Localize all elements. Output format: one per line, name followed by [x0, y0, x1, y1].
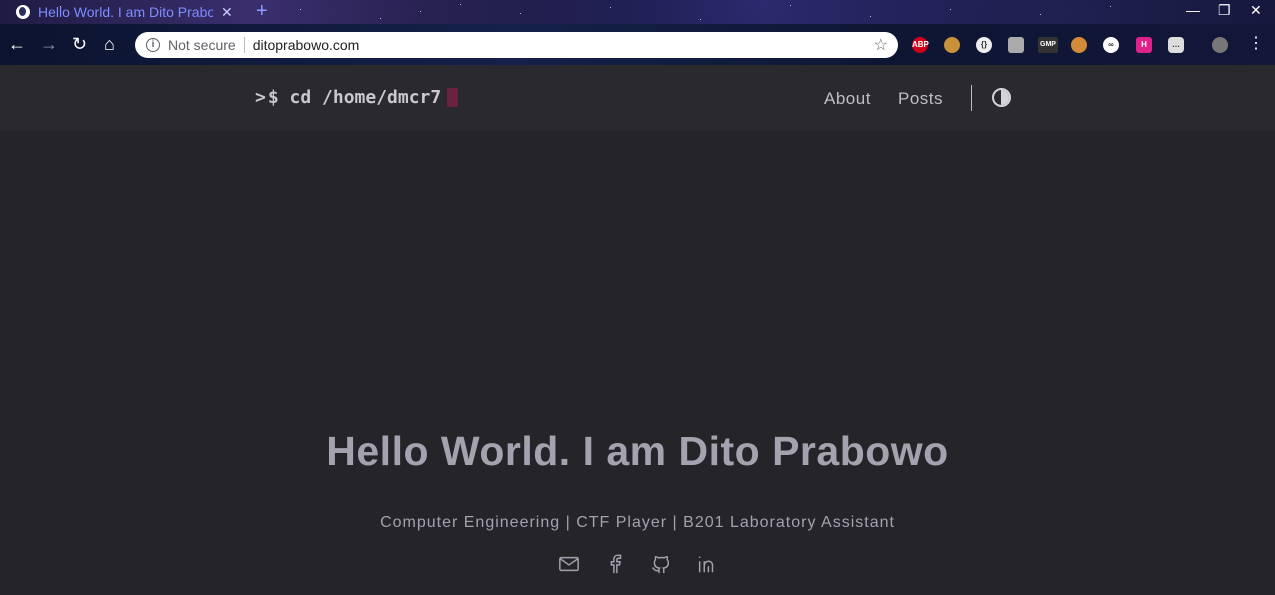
adblock-extension-icon[interactable]: ABP [912, 37, 929, 53]
browser-titlebar: Hello World. I am Dito Prabowo ✕ + — ❐ ✕ [0, 0, 1275, 24]
reload-icon[interactable]: ↻ [72, 33, 87, 55]
omnibox-divider [243, 37, 245, 53]
nav-posts-link[interactable]: Posts [898, 89, 943, 109]
close-tab-icon[interactable]: ✕ [221, 4, 233, 21]
logo-prompt: > [255, 87, 266, 108]
restore-icon[interactable]: ❐ [1218, 2, 1231, 19]
chat-extension-icon[interactable]: … [1168, 37, 1184, 53]
cookie-extension-icon[interactable] [944, 37, 960, 53]
tab-title: Hello World. I am Dito Prabowo [38, 4, 213, 20]
terminal-cursor [447, 88, 459, 107]
contrast-icon[interactable] [992, 88, 1011, 107]
site-header: > $ cd /home/dmcr7 About Posts [0, 65, 1275, 131]
social-links [0, 552, 1275, 576]
nav-about-link[interactable]: About [824, 89, 871, 109]
nav-divider [971, 85, 972, 111]
globe-icon [16, 5, 30, 19]
github-icon[interactable] [650, 552, 672, 576]
gmp-extension-icon[interactable]: GMP [1038, 37, 1058, 53]
back-icon[interactable]: ← [8, 33, 26, 55]
cookie-editor-extension-icon[interactable] [1071, 37, 1087, 53]
menu-kebab-icon[interactable]: ⋮ [1248, 33, 1264, 55]
browser-tab[interactable]: Hello World. I am Dito Prabowo ✕ [8, 0, 240, 24]
bookmark-star-icon[interactable]: ☆ [874, 35, 888, 55]
home-icon[interactable]: ⌂ [104, 33, 115, 55]
extension-icon[interactable] [1008, 37, 1024, 53]
hero-subtitle: Computer Engineering | CTF Player | B201… [380, 514, 895, 531]
facebook-icon[interactable] [604, 552, 626, 576]
new-tab-button[interactable]: + [256, 0, 268, 24]
forward-icon[interactable]: → [40, 33, 58, 55]
close-window-icon[interactable]: ✕ [1250, 2, 1262, 19]
json-extension-icon[interactable]: {} [976, 37, 992, 53]
mail-icon[interactable] [558, 552, 580, 576]
linkedin-icon[interactable] [696, 552, 718, 576]
h-extension-icon[interactable]: H [1136, 37, 1152, 53]
hero-title: Hello World. I am Dito Prabowo [326, 428, 949, 474]
site-logo[interactable]: > $ cd /home/dmcr7 [255, 87, 459, 108]
security-label[interactable]: Not secure [168, 37, 236, 53]
address-bar[interactable]: i Not secure ditoprabowo.com ☆ [135, 32, 898, 58]
url-text[interactable]: ditoprabowo.com [253, 37, 360, 53]
link-extension-icon[interactable]: ∞ [1103, 37, 1119, 53]
info-icon[interactable]: i [146, 38, 160, 52]
profile-avatar[interactable] [1212, 37, 1228, 53]
minimize-icon[interactable]: — [1186, 2, 1200, 18]
logo-text: $ cd /home/dmcr7 [267, 87, 442, 108]
browser-toolbar: ← → ↻ ⌂ i Not secure ditoprabowo.com ☆ A… [0, 24, 1275, 65]
